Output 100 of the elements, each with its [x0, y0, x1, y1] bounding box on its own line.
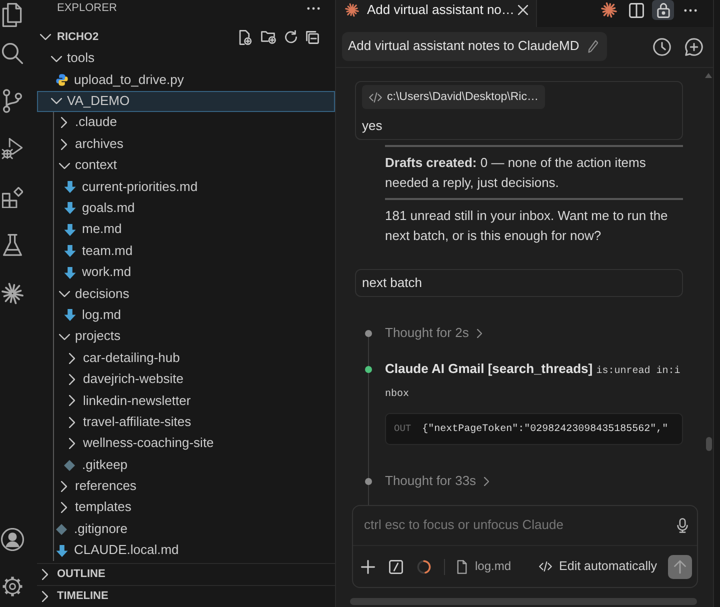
output-label: OUT — [394, 422, 412, 436]
scrollbar-thumb[interactable] — [706, 437, 712, 451]
more-icon[interactable] — [684, 8, 696, 12]
account-icon[interactable] — [0, 528, 24, 550]
tree-item[interactable]: .gitignore — [37, 518, 335, 540]
tree-item[interactable]: me.md — [37, 219, 335, 241]
tool-heading: Claude AI Gmail [search_threads] is:unread in:inbox — [385, 360, 682, 402]
message-paragraph: Drafts created: 0 — none of the action items needed a reply, just decisions. — [385, 154, 647, 192]
close-icon[interactable] — [518, 5, 528, 15]
source-control-icon[interactable] — [2, 89, 22, 113]
chevron-right-icon[interactable] — [69, 416, 75, 428]
mode-selector[interactable]: Edit automatically — [539, 558, 657, 575]
chevron-right-icon[interactable] — [69, 395, 75, 406]
files-icon[interactable] — [2, 3, 22, 27]
chevron-right-icon[interactable] — [61, 481, 67, 492]
chevron-right-icon[interactable] — [69, 374, 75, 386]
tree-item[interactable]: log.md — [37, 304, 335, 326]
chevron-down-icon[interactable] — [58, 290, 70, 297]
chat-title[interactable]: Add virtual assistant notes to ClaudeMD — [342, 32, 608, 61]
tree-item[interactable]: .claude — [37, 112, 335, 134]
down-arrow-icon — [64, 309, 76, 322]
editor-tab[interactable]: Add virtual assistant no… — [336, 0, 537, 27]
tree-item[interactable]: VA_DEMO — [37, 90, 335, 112]
tree-item[interactable]: work.md — [37, 262, 335, 284]
tree-item[interactable]: archives — [37, 134, 335, 155]
flask-icon[interactable] — [2, 234, 22, 256]
slash-command-icon[interactable] — [389, 560, 403, 574]
down-arrow-icon — [64, 245, 76, 258]
tree-item[interactable]: linkedin-newsletter — [37, 390, 335, 412]
tree-item[interactable]: context — [37, 154, 335, 176]
lock-button[interactable] — [652, 0, 674, 20]
chevron-right-icon[interactable] — [42, 591, 48, 602]
file-context-chip[interactable]: log.md — [457, 558, 512, 574]
chevron-down-icon[interactable] — [58, 334, 70, 340]
settings-icon[interactable] — [0, 574, 24, 598]
tree-item[interactable]: team.md — [37, 240, 335, 262]
chevron-down-icon[interactable] — [40, 34, 50, 40]
tree-item[interactable]: car-detailing-hub — [37, 347, 335, 369]
chevron-right-icon[interactable] — [69, 438, 75, 450]
message-text: yes — [362, 117, 384, 135]
tree-item[interactable]: travel-affiliate-sites — [37, 412, 335, 434]
down-arrow-icon — [64, 202, 76, 214]
chevron-right-icon[interactable] — [61, 117, 67, 128]
file-icon — [457, 560, 467, 574]
chevron-right-icon[interactable] — [69, 352, 75, 364]
starburst-icon[interactable] — [0, 282, 24, 304]
python-file-icon — [56, 74, 68, 86]
chevron-right-icon[interactable] — [61, 138, 67, 150]
code-icon — [369, 92, 382, 102]
history-icon[interactable] — [653, 38, 671, 56]
run-debug-icon[interactable] — [1, 138, 23, 160]
search-icon[interactable] — [2, 42, 22, 64]
tree-item[interactable]: references — [37, 476, 335, 498]
message-input[interactable]: ctrl esc to focus or unfocus Claude — [364, 517, 669, 534]
chevron-down-icon[interactable] — [58, 162, 70, 169]
thought-toggle[interactable]: Thought for 33s — [385, 472, 490, 490]
new-chat-icon[interactable] — [685, 38, 703, 56]
chevron-down-icon[interactable] — [50, 98, 62, 104]
collapse-all-icon[interactable] — [306, 30, 319, 44]
tree-item[interactable]: templates — [37, 497, 335, 519]
code-icon — [539, 561, 552, 572]
message-text: next batch — [362, 274, 423, 292]
down-arrow-icon — [64, 266, 76, 279]
tree-item[interactable]: goals.md — [37, 198, 335, 220]
tree-item[interactable]: CLAUDE.local.md — [37, 540, 335, 562]
extensions-icon[interactable] — [2, 186, 22, 208]
down-arrow-icon — [64, 224, 76, 236]
workspace-header[interactable]: RICHO2 — [37, 26, 335, 48]
lock-icon — [656, 2, 670, 18]
starburst-icon — [345, 3, 359, 17]
chevron-right-icon[interactable] — [61, 502, 67, 514]
tree-item[interactable]: wellness-coaching-site — [37, 433, 335, 454]
down-arrow-icon — [64, 181, 76, 194]
tree-item[interactable]: current-priorities.md — [37, 176, 335, 198]
chevron-right-icon[interactable] — [42, 569, 48, 580]
new-folder-icon[interactable] — [261, 30, 276, 44]
tree-item[interactable]: .gitkeep — [37, 454, 335, 476]
tree-item[interactable]: tools — [37, 48, 335, 70]
microphone-icon[interactable] — [677, 518, 688, 533]
tree-item[interactable]: projects — [37, 326, 335, 348]
arrow-up-icon — [674, 560, 686, 574]
tree-item[interactable]: davejrich-website — [37, 368, 335, 390]
thought-toggle[interactable]: Thought for 2s — [385, 324, 482, 342]
new-file-icon[interactable] — [239, 30, 252, 44]
horizontal-scrollbar[interactable] — [350, 598, 697, 605]
split-editor-icon[interactable] — [628, 2, 644, 18]
section-header[interactable]: OUTLINE — [37, 563, 335, 585]
refresh-icon[interactable] — [285, 30, 297, 44]
down-arrow-icon — [56, 544, 68, 557]
tree-item[interactable]: upload_to_drive.py — [37, 69, 335, 91]
file-chip[interactable]: c:\Users\David\Desktop\Ric… — [362, 85, 546, 109]
progress-ring-icon[interactable] — [417, 560, 431, 574]
section-header[interactable]: TIMELINE — [37, 585, 335, 607]
output-text: {"nextPageToken":"02982423098435185562"," — [422, 422, 668, 436]
starburst-icon[interactable] — [601, 2, 617, 18]
chevron-down-icon[interactable] — [50, 56, 62, 62]
tree-item[interactable]: decisions — [37, 283, 335, 305]
plus-icon[interactable] — [361, 560, 375, 574]
more-icon[interactable] — [307, 7, 320, 10]
sidebar-title: EXPLORER — [57, 1, 117, 16]
